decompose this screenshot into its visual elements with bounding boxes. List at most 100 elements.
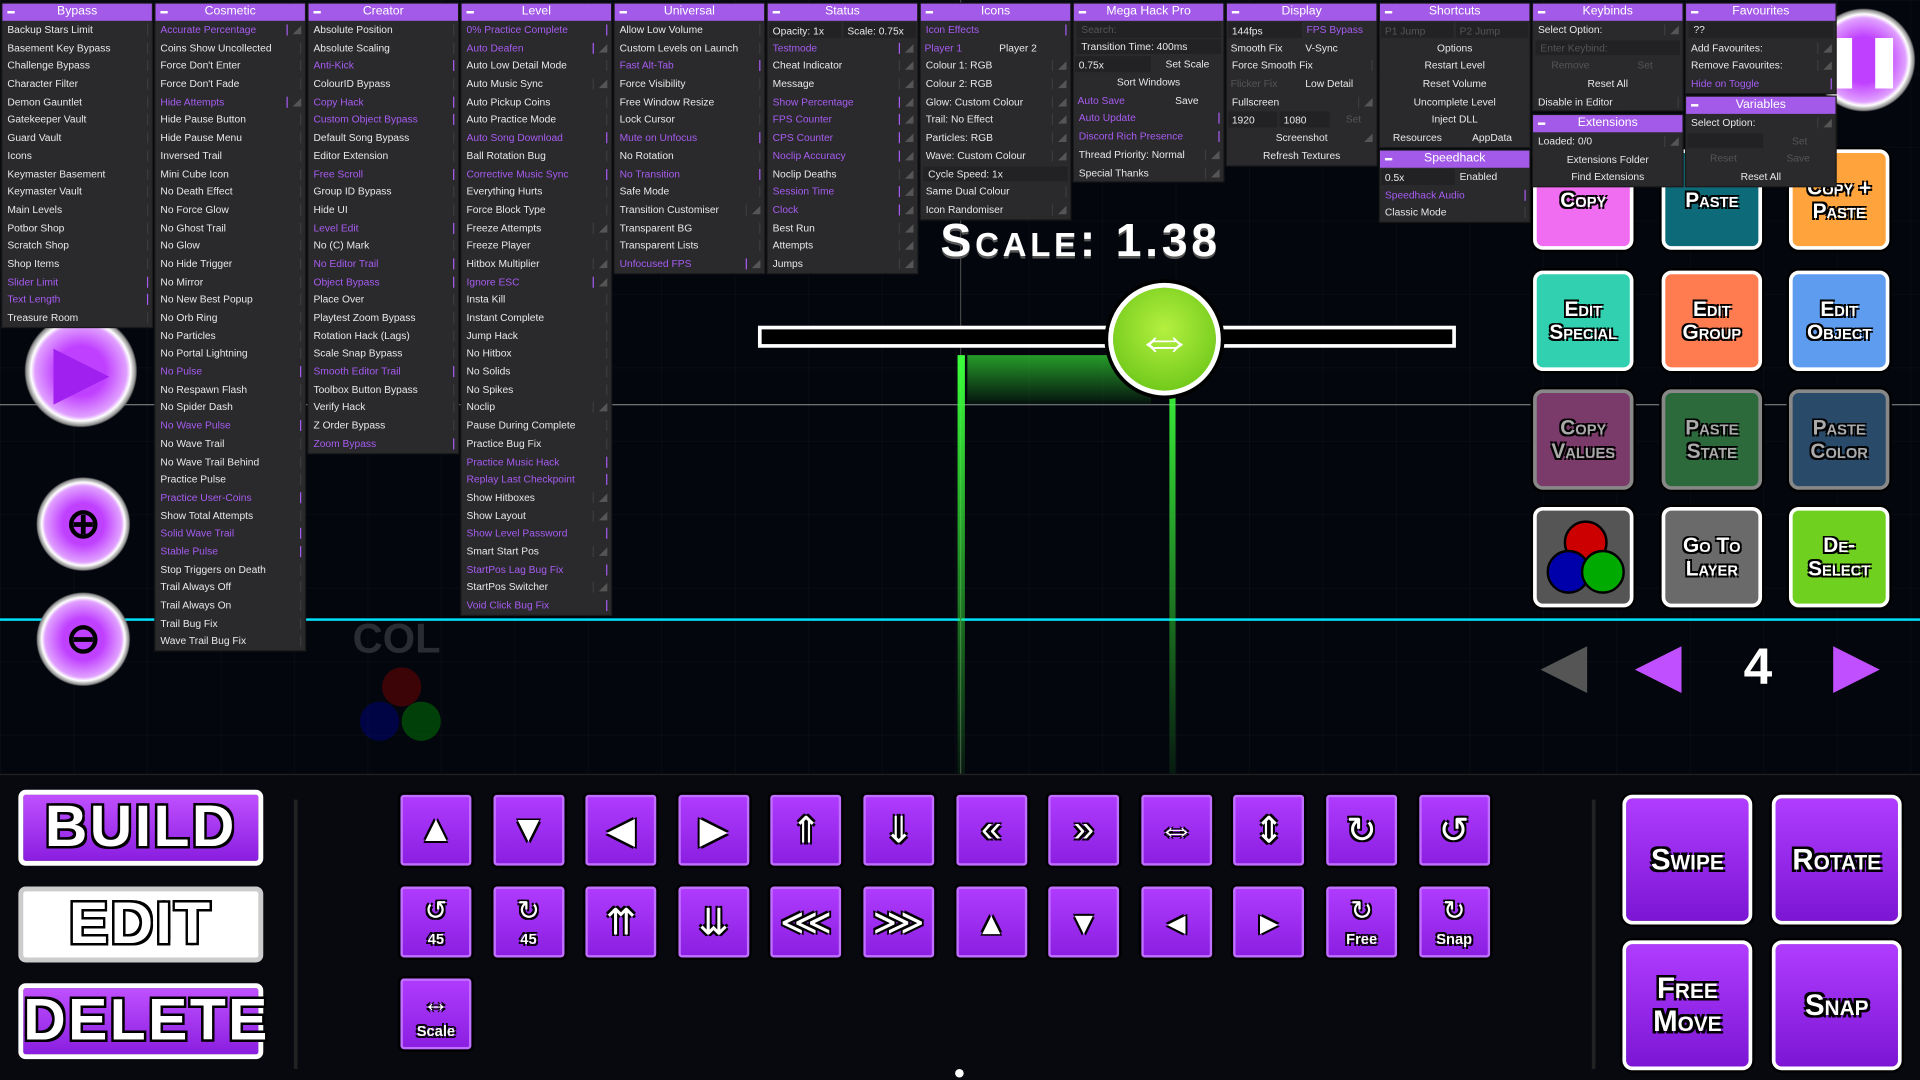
settings-arrow-icon[interactable] xyxy=(1823,43,1832,53)
toggle-hitbox-multiplier[interactable]: Hitbox Multiplier xyxy=(462,255,611,273)
toggle-no-transition[interactable]: No Transition xyxy=(615,165,764,183)
toggle-accurate-percentage[interactable]: Accurate Percentage xyxy=(156,21,305,39)
build-mode-tab[interactable]: BUILD xyxy=(18,789,264,866)
settings-arrow-icon[interactable] xyxy=(1057,61,1067,71)
toggle-anti-kick[interactable]: Anti-Kick xyxy=(309,57,458,75)
flip-horizontal-button[interactable]: ⇔ xyxy=(1138,792,1215,869)
toggle-attempts[interactable]: Attempts xyxy=(768,237,917,255)
toggle-particles-rgb[interactable]: Particles: RGB xyxy=(921,129,1070,147)
toggle-level-edit[interactable]: Level Edit xyxy=(309,219,458,237)
toggle-icons[interactable]: Icons xyxy=(2,147,151,165)
toggle-extensions-folder[interactable]: Extensions Folder xyxy=(1533,150,1682,168)
toggle-no-hitbox[interactable]: No Hitbox xyxy=(462,345,611,363)
toggle-text-length[interactable]: Text Length xyxy=(2,291,151,309)
minimize-icon[interactable] xyxy=(619,11,627,13)
toggle-no-spider-dash[interactable]: No Spider Dash xyxy=(156,398,305,416)
toggle-guard-vault[interactable]: Guard Vault xyxy=(2,129,151,147)
layer-prev-button[interactable]: ◀ xyxy=(1635,634,1682,695)
move-left-button[interactable]: ◀ xyxy=(583,792,660,869)
settings-arrow-icon[interactable] xyxy=(1057,115,1067,125)
settings-arrow-icon[interactable] xyxy=(598,493,608,502)
toggle-inject-dll[interactable]: Inject DLL xyxy=(1380,111,1529,129)
toggle-force-don-t-enter[interactable]: Force Don't Enter xyxy=(156,57,305,75)
settings-arrow-icon[interactable] xyxy=(1057,151,1067,161)
toggle-copy-hack[interactable]: Copy Hack xyxy=(309,93,458,111)
toggle-smooth-editor-trail[interactable]: Smooth Editor Trail xyxy=(309,363,458,381)
toggle-character-filter[interactable]: Character Filter xyxy=(2,75,151,93)
rotate-45-cw-button[interactable]: ↻ 45 xyxy=(490,884,567,961)
toggle-allow-low-volume[interactable]: Allow Low Volume xyxy=(615,21,764,39)
paste-color-button[interactable]: Paste Color xyxy=(1788,389,1890,490)
option-save[interactable]: Save xyxy=(1150,92,1223,110)
option-save[interactable]: Save xyxy=(1761,150,1836,168)
settings-arrow-icon[interactable] xyxy=(1211,150,1220,159)
menu-header[interactable]: Extensions xyxy=(1533,115,1683,133)
toggle-discord-rich-presence[interactable]: Discord Rich Presence xyxy=(1074,128,1223,146)
toggle-auto-practice-mode[interactable]: Auto Practice Mode xyxy=(462,111,611,129)
settings-arrow-icon[interactable] xyxy=(904,169,914,179)
toggle-gatekeeper-vault[interactable]: Gatekeeper Vault xyxy=(2,111,151,129)
toggle-noclip-accuracy[interactable]: Noclip Accuracy xyxy=(768,147,917,165)
toggle-noclip[interactable]: Noclip xyxy=(462,398,611,416)
move-down-small-button[interactable]: ▾ xyxy=(1045,884,1122,961)
toolbar-scrollbar[interactable] xyxy=(293,799,298,1069)
option-smooth-fix[interactable]: Smooth Fix xyxy=(1227,39,1302,57)
toggle-auto-low-detail-mode[interactable]: Auto Low Detail Mode xyxy=(462,57,611,75)
toggle-fullscreen[interactable]: Fullscreen xyxy=(1227,93,1376,111)
playtest-button[interactable]: ▶ xyxy=(22,312,140,430)
minimize-icon[interactable] xyxy=(1537,122,1546,125)
rotate-snap-button[interactable]: ↻ Snap xyxy=(1416,884,1493,961)
toggle-force-visibility[interactable]: Force Visibility xyxy=(615,75,764,93)
toggle-transition-customiser[interactable]: Transition Customiser xyxy=(615,201,764,219)
toggle-scale-snap-bypass[interactable]: Scale Snap Bypass xyxy=(309,345,458,363)
settings-arrow-icon[interactable] xyxy=(751,205,761,215)
toggle-no-editor-trail[interactable]: No Editor Trail xyxy=(309,255,458,273)
settings-arrow-icon[interactable] xyxy=(1364,97,1373,107)
rotate-ccw-button[interactable]: ↺ xyxy=(1416,792,1493,869)
toggle-smart-start-pos[interactable]: Smart Start Pos xyxy=(462,542,611,560)
toggle-stop-triggers-on-death[interactable]: Stop Triggers on Death xyxy=(156,560,305,578)
move-left-big-button[interactable]: « xyxy=(953,792,1030,869)
move-left-double-button[interactable]: ⋘ xyxy=(768,884,845,961)
toggle-hide-attempts[interactable]: Hide Attempts xyxy=(156,93,305,111)
toggle-no-pulse[interactable]: No Pulse xyxy=(156,363,305,381)
option-reset[interactable]: Reset xyxy=(1686,150,1761,168)
option-remove[interactable]: Remove xyxy=(1533,57,1608,75)
toggle-fast-alt-tab[interactable]: Fast Alt-Tab xyxy=(615,57,764,75)
input-opacity-1x[interactable]: Opacity: 1x xyxy=(768,22,842,38)
toggle-force-don-t-fade[interactable]: Force Don't Fade xyxy=(156,75,305,93)
minimize-icon[interactable] xyxy=(1231,11,1240,13)
toggle-solid-wave-trail[interactable]: Solid Wave Trail xyxy=(156,524,305,542)
rotate-button[interactable]: Rotate xyxy=(1771,794,1902,925)
move-right-button[interactable]: ▶ xyxy=(675,792,752,869)
toggle-ball-rotation-bug[interactable]: Ball Rotation Bug xyxy=(462,147,611,165)
toggle-best-run[interactable]: Best Run xyxy=(768,219,917,237)
toggle-refresh-textures[interactable]: Refresh Textures xyxy=(1227,147,1376,165)
move-up-double-button[interactable]: ⇈ xyxy=(583,884,660,961)
swipe-button[interactable]: Swipe xyxy=(1622,794,1753,925)
toggle-no-wave-trail-behind[interactable]: No Wave Trail Behind xyxy=(156,452,305,470)
toggle-no-mirror[interactable]: No Mirror xyxy=(156,273,305,291)
toggle-colourid-bypass[interactable]: ColourID Bypass xyxy=(309,75,458,93)
option-resources[interactable]: Resources xyxy=(1380,129,1455,147)
settings-arrow-icon[interactable] xyxy=(1057,205,1067,215)
toggle-practice-pulse[interactable]: Practice Pulse xyxy=(156,470,305,488)
menu-header[interactable]: Level xyxy=(461,3,612,21)
color-button[interactable] xyxy=(1533,506,1634,608)
toggle-keymaster-basement[interactable]: Keymaster Basement xyxy=(2,165,151,183)
option-player-1[interactable]: Player 1 xyxy=(921,39,996,57)
toggle-main-levels[interactable]: Main Levels xyxy=(2,201,151,219)
toggle-trail-always-off[interactable]: Trail Always Off xyxy=(156,578,305,596)
toggle-editor-extension[interactable]: Editor Extension xyxy=(309,147,458,165)
toggle-default-song-bypass[interactable]: Default Song Bypass xyxy=(309,129,458,147)
toggle-z-order-bypass[interactable]: Z Order Bypass xyxy=(309,416,458,434)
move-right-double-button[interactable]: ⋙ xyxy=(860,884,937,961)
toggle-auto-music-sync[interactable]: Auto Music Sync xyxy=(462,75,611,93)
toggle-custom-levels-on-launch[interactable]: Custom Levels on Launch xyxy=(615,39,764,57)
toggle-pause-during-complete[interactable]: Pause During Complete xyxy=(462,416,611,434)
go-to-layer-button[interactable]: Go To Layer xyxy=(1661,506,1763,608)
settings-arrow-icon[interactable] xyxy=(598,403,608,412)
toggle-testmode[interactable]: Testmode xyxy=(768,39,917,57)
toggle-remove-favourites[interactable]: Remove Favourites: xyxy=(1686,57,1835,75)
toggle-glow-custom-colour[interactable]: Glow: Custom Colour xyxy=(921,93,1070,111)
